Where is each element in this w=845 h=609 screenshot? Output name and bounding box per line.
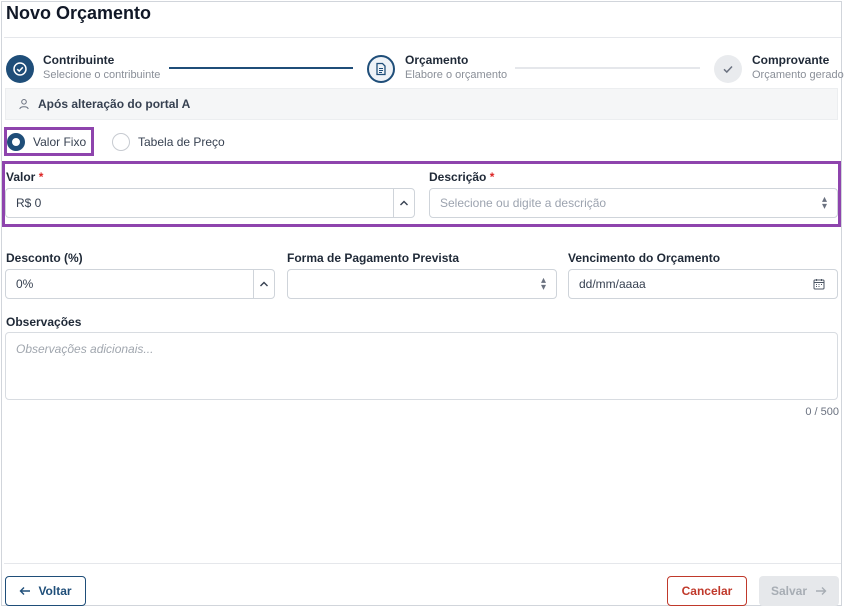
desconto-stepper[interactable]: [253, 270, 274, 298]
step-3-title: Comprovante: [752, 53, 830, 67]
updown-chevron-icon: ▴ ▾: [821, 194, 827, 212]
step-2-subtitle: Elabore o orçamento: [405, 69, 508, 81]
back-button-label: Voltar: [38, 584, 72, 598]
calendar-icon[interactable]: [813, 278, 825, 290]
valor-label: Valor *: [6, 170, 44, 184]
descricao-placeholder: Selecione ou digite a descrição: [440, 196, 607, 210]
observacoes-placeholder: Observações adicionais...: [16, 342, 154, 356]
desconto-label: Desconto (%): [6, 251, 83, 265]
radio-checked-icon[interactable]: [7, 133, 25, 151]
save-button-label: Salvar: [770, 584, 808, 598]
person-icon: [19, 99, 29, 110]
chevron-up-icon[interactable]: [259, 280, 269, 288]
radio-tabela-preco[interactable]: Tabela de Preço: [112, 133, 225, 151]
desconto-value: 0%: [16, 277, 34, 291]
radio-valor-fixo-label: Valor Fixo: [33, 135, 87, 149]
valor-stepper[interactable]: [393, 189, 414, 217]
cancel-button-label: Cancelar: [681, 584, 733, 598]
desconto-input[interactable]: 0%: [5, 269, 275, 299]
valor-value: R$ 0: [16, 196, 42, 210]
step-2-title: Orçamento: [405, 53, 469, 67]
arrow-left-icon: [19, 587, 31, 595]
step-3-subtitle: Orçamento gerado: [752, 69, 844, 81]
radio-unchecked-icon[interactable]: [112, 133, 130, 151]
step-1-title: Contribuinte: [43, 53, 115, 67]
forma-pagamento-label: Forma de Pagamento Prevista: [287, 251, 460, 265]
check-circle-icon: [13, 62, 27, 76]
check-icon: [723, 65, 733, 74]
taxpayer-text: Após alteração do portal A: [38, 97, 191, 111]
document-icon: [376, 62, 386, 76]
forma-pagamento-select[interactable]: ▴ ▾: [287, 269, 557, 299]
title-divider: [4, 37, 841, 38]
observacoes-textarea[interactable]: Observações adicionais...: [5, 332, 838, 400]
radio-valor-fixo[interactable]: Valor Fixo: [7, 133, 86, 151]
back-button[interactable]: Voltar: [5, 576, 86, 606]
updown-chevron-icon: ▴ ▾: [540, 275, 546, 293]
valor-input[interactable]: R$ 0: [5, 188, 415, 218]
step-connector-1: [169, 67, 353, 69]
step-pending-circle[interactable]: [714, 55, 742, 83]
vencimento-label: Vencimento do Orçamento: [568, 251, 721, 265]
footer-divider: [4, 563, 841, 564]
arrow-right-icon: [816, 587, 827, 595]
vencimento-value: dd/mm/aaaa: [579, 277, 646, 291]
char-counter: 0 / 500: [805, 406, 839, 418]
step-1-subtitle: Selecione o contribuinte: [43, 69, 161, 81]
observacoes-label: Observações: [6, 315, 82, 329]
cancel-button[interactable]: Cancelar: [667, 576, 747, 606]
taxpayer-info-bar: Após alteração do portal A: [5, 88, 838, 120]
descricao-label: Descrição *: [429, 170, 495, 184]
step-current-circle[interactable]: [367, 55, 395, 83]
radio-tabela-preco-label: Tabela de Preço: [138, 135, 225, 149]
save-button[interactable]: Salvar: [759, 576, 839, 606]
step-connector-2: [515, 67, 700, 69]
step-done-circle[interactable]: [6, 55, 34, 83]
chevron-up-icon[interactable]: [399, 199, 409, 207]
descricao-select[interactable]: Selecione ou digite a descrição ▴ ▾: [429, 188, 838, 218]
vencimento-date-input[interactable]: dd/mm/aaaa: [568, 269, 838, 299]
page-title: Novo Orçamento: [6, 3, 152, 23]
